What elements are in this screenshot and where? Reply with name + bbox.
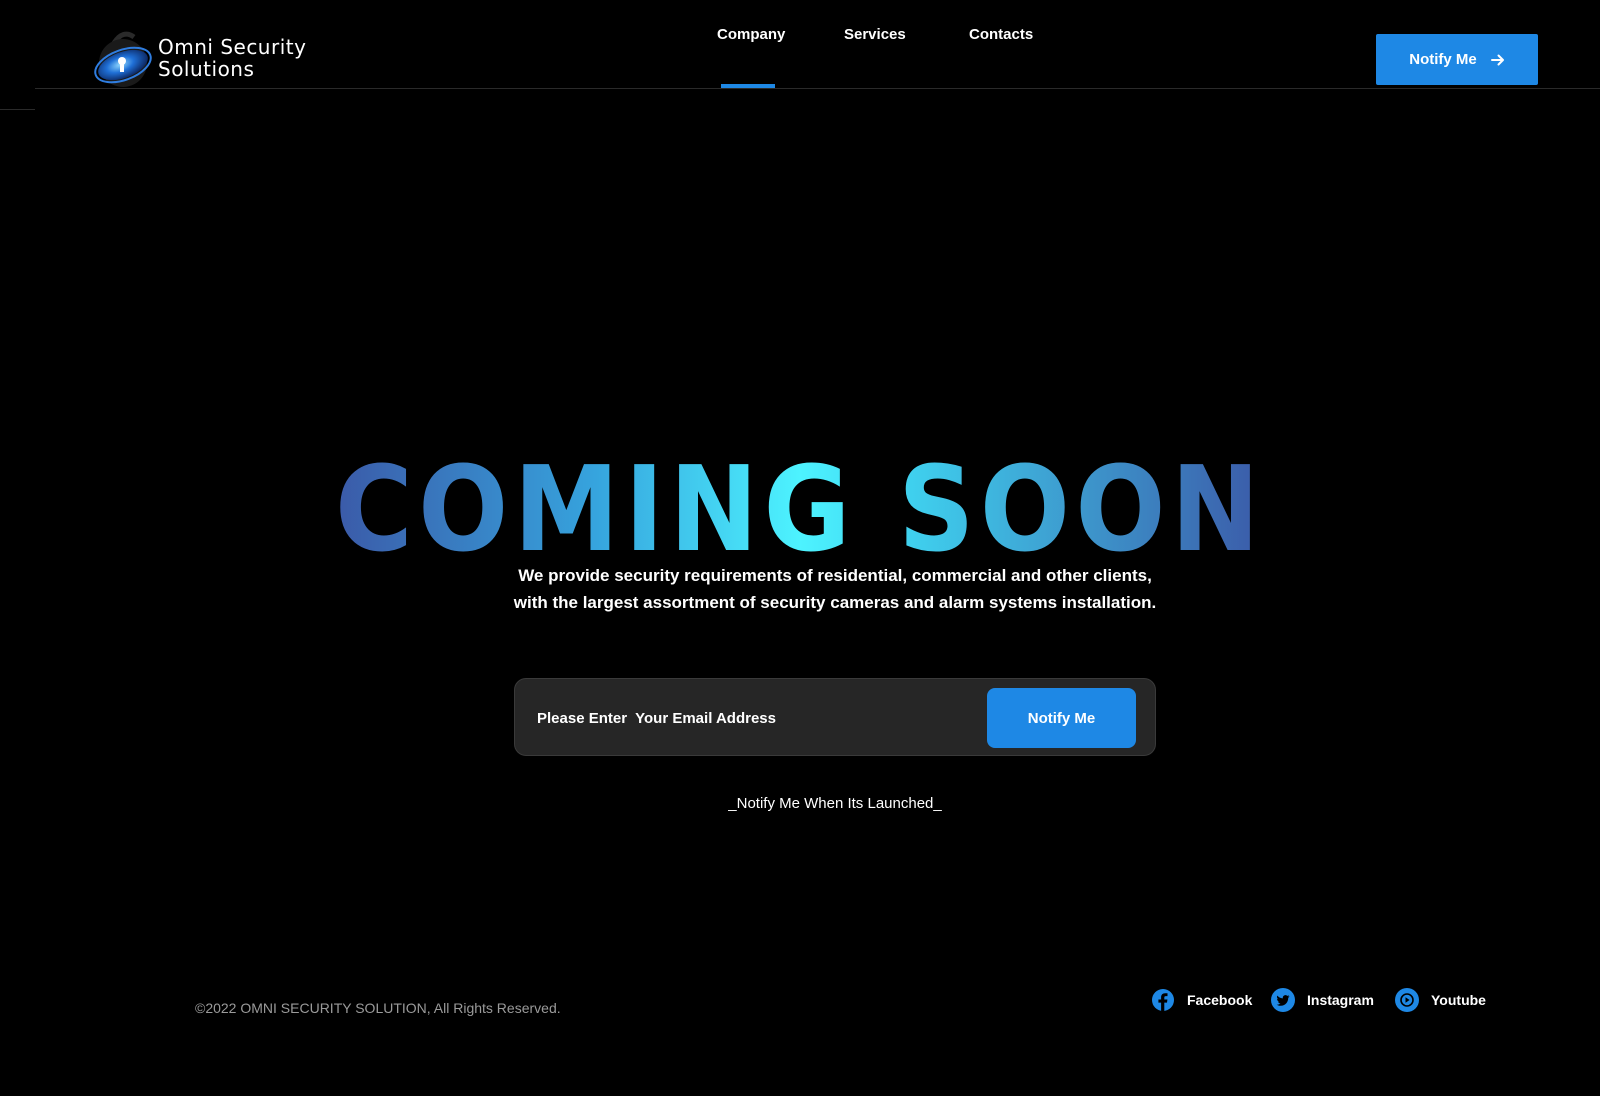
hero-title-text: COMING SOON: [335, 440, 1265, 560]
email-field[interactable]: [535, 679, 979, 757]
notify-me-button[interactable]: Notify Me: [987, 688, 1136, 748]
social-label-youtube: Youtube: [1431, 992, 1486, 1008]
hero-description-line2: with the largest assortment of security …: [513, 593, 1157, 612]
social-link-facebook[interactable]: Facebook: [1151, 988, 1252, 1012]
nav-item-company[interactable]: Company: [717, 26, 785, 43]
arrow-right-icon: [1490, 53, 1505, 67]
social-link-youtube[interactable]: Youtube: [1395, 988, 1486, 1012]
nav-item-contacts[interactable]: Contacts: [969, 26, 1033, 43]
header-divider-left: [0, 109, 35, 110]
twitter-icon: [1271, 988, 1295, 1012]
nav-item-services[interactable]: Services: [844, 26, 906, 43]
header-notify-label: Notify Me: [1409, 51, 1477, 68]
hero-description: We provide security requirements of resi…: [0, 562, 1600, 616]
hero-description-line1: We provide security requirements of resi…: [518, 566, 1152, 585]
main-nav: Company Services Contacts: [0, 26, 1600, 88]
social-label-instagram: Instagram: [1307, 992, 1374, 1008]
social-link-instagram[interactable]: Instagram: [1271, 988, 1374, 1012]
hero-title: COMING SOON: [0, 440, 1600, 560]
social-label-facebook: Facebook: [1187, 992, 1253, 1008]
header-notify-button[interactable]: Notify Me: [1376, 34, 1538, 85]
launch-note: _Notify Me When Its Launched_: [728, 795, 942, 812]
copyright-text: ©2022 OMNI SECURITY SOLUTION, All Rights…: [195, 1000, 561, 1016]
subscribe-form: Notify Me: [514, 678, 1156, 757]
facebook-icon: [1151, 988, 1175, 1012]
youtube-icon: [1395, 988, 1419, 1012]
page: Omni Security Solutions Company Services…: [0, 0, 1600, 1096]
header-divider: [35, 88, 1600, 89]
